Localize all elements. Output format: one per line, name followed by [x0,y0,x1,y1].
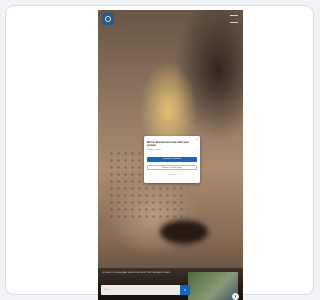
dialog-title: We've detected an issue with your prompt [147,141,190,147]
learn-more-link[interactable]: Learn more [144,174,200,176]
mobile-screen: × We've detected an issue with your prom… [98,10,243,300]
continue-button[interactable]: Continue to website [147,157,197,162]
search-input[interactable]: Search [101,285,181,295]
image-caption: CLOSE-UP OF A HUMAN NOSE WITH SKIN TEXTU… [102,272,171,274]
close-icon[interactable]: × [196,137,198,141]
search-icon[interactable]: ⌕ [180,285,190,295]
return-button[interactable]: Return to search page [147,165,197,170]
thumbnail-image[interactable] [188,272,238,300]
chat-icon[interactable]: ● [232,293,239,300]
dialog: × We've detected an issue with your prom… [144,136,200,183]
dialog-subtitle: Please try again [147,149,162,151]
preview-card: × We've detected an issue with your prom… [5,5,314,300]
